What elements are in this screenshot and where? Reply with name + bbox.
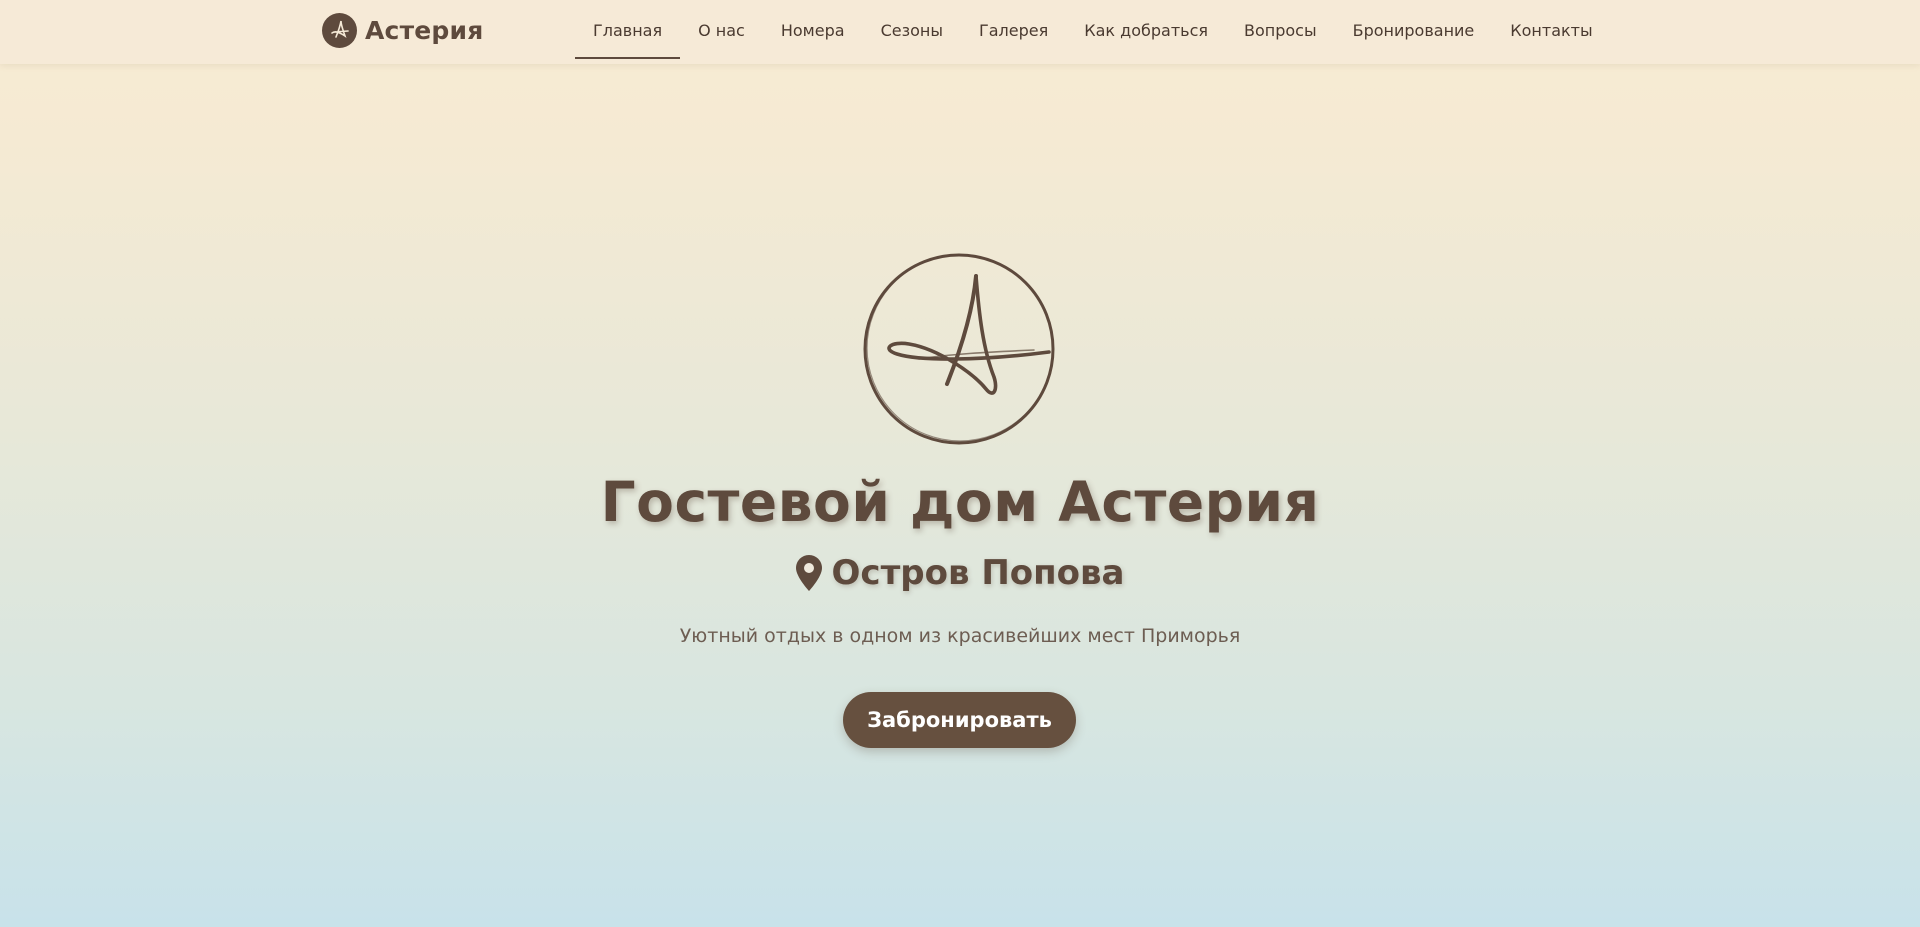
brand-name: Астерия bbox=[365, 15, 484, 45]
brand-home-link[interactable]: Астерия bbox=[322, 12, 483, 48]
hero-location: Остров Попова bbox=[0, 550, 1920, 596]
nav-link-faq[interactable]: Вопросы bbox=[1226, 0, 1335, 60]
top-navbar: Астерия Главная О нас Номера Сезоны Гале… bbox=[0, 0, 1920, 64]
hero-tagline: Уютный отдых в одном из красивейших мест… bbox=[679, 625, 1241, 647]
nav-link-about[interactable]: О нас bbox=[680, 0, 763, 60]
nav-link-seasons[interactable]: Сезоны bbox=[863, 0, 961, 60]
nav-link-booking[interactable]: Бронирование bbox=[1335, 0, 1493, 60]
book-now-button[interactable]: Забронировать bbox=[843, 692, 1076, 748]
location-name: Остров Попова bbox=[831, 553, 1125, 593]
nav-link-gallery[interactable]: Галерея bbox=[961, 0, 1066, 60]
nav-link-home[interactable]: Главная bbox=[575, 0, 681, 60]
nav-link-rooms[interactable]: Номера bbox=[763, 0, 863, 60]
asteria-emblem-icon bbox=[859, 249, 1059, 449]
map-pin-icon bbox=[795, 555, 822, 591]
nav-link-directions[interactable]: Как добраться bbox=[1066, 0, 1226, 60]
nav-link-contacts[interactable]: Контакты bbox=[1492, 0, 1610, 60]
main-navigation: Главная О нас Номера Сезоны Галерея Как … bbox=[575, 0, 1611, 60]
asteria-logo-icon bbox=[322, 12, 357, 48]
hero-title: Гостевой дом Астерия bbox=[600, 470, 1320, 534]
